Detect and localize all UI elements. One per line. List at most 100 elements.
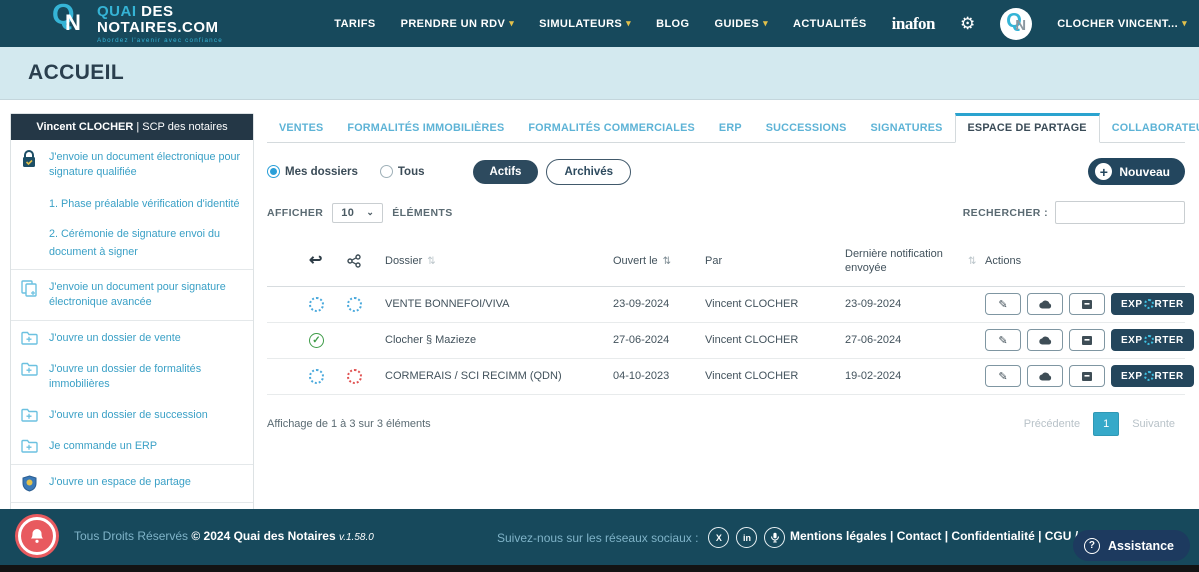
comment-button[interactable] <box>1027 329 1063 351</box>
search-input[interactable] <box>1055 201 1185 224</box>
table-footer: Affichage de 1 à 3 sur 3 éléments Précéd… <box>267 412 1185 436</box>
col-ouvert-le[interactable]: Ouvert le⇅ <box>613 254 705 268</box>
archive-button[interactable] <box>1069 365 1105 387</box>
radio-mes-dossiers[interactable]: Mes dossiers <box>267 165 358 178</box>
sidebar-item-dossier-vente[interactable]: J'ouvre un dossier de vente <box>11 323 253 354</box>
comment-button[interactable] <box>1027 365 1063 387</box>
divider <box>11 502 253 503</box>
question-circle-icon: ? <box>1084 538 1100 554</box>
nav-simulateurs[interactable]: SIMULATEURS▾ <box>539 18 631 30</box>
page-size-select[interactable]: 10 ⌄ <box>332 203 383 223</box>
sidebar-item-espace-partage[interactable]: J'ouvre un espace de partage <box>11 467 253 500</box>
nav-tarifs[interactable]: TARIFS <box>334 18 375 30</box>
chevron-down-icon: ▾ <box>626 18 631 29</box>
export-spinner-icon <box>1144 335 1154 345</box>
tab-ventes[interactable]: VENTES <box>267 114 335 142</box>
pagination-prev[interactable]: Précédente <box>1014 413 1090 435</box>
spinner-blue-icon <box>347 297 362 312</box>
document-copy-icon <box>19 280 39 297</box>
exporter-button[interactable]: EXP RTER <box>1111 365 1194 387</box>
dossier-name[interactable]: CORMERAIS / SCI RECIMM (QDN) <box>385 370 613 382</box>
page-title-band: ACCUEIL <box>0 47 1199 100</box>
dossiers-table: ↩ Dossier⇅ Ouvert le⇅ Par Dernière notif… <box>267 239 1185 436</box>
archive-box-icon <box>1081 335 1093 346</box>
par: Vincent CLOCHER <box>705 370 845 382</box>
footer: Tous Droits Réservés © 2024 Quai des Not… <box>0 509 1199 565</box>
radio-tous[interactable]: Tous <box>380 165 425 178</box>
notification-bell-icon[interactable] <box>18 517 56 555</box>
table-header: ↩ Dossier⇅ Ouvert le⇅ Par Dernière notif… <box>267 239 1185 287</box>
shield-icon <box>19 475 39 492</box>
podcast-icon[interactable] <box>764 527 785 548</box>
sidebar-item-dossier-succession[interactable]: J'ouvre un dossier de succession <box>11 400 253 431</box>
sidebar-subitem-phase-prealable[interactable]: 1. Phase préalable vérification d'identi… <box>11 188 253 218</box>
tab-erp[interactable]: ERP <box>707 114 754 142</box>
pagination-next[interactable]: Suivante <box>1122 413 1185 435</box>
edit-button[interactable]: ✎ <box>985 329 1021 351</box>
tab-collaborateurs[interactable]: COLLABORATEURS <box>1100 114 1199 142</box>
x-twitter-icon[interactable]: X <box>708 527 729 548</box>
comment-button[interactable] <box>1027 293 1063 315</box>
logo-word-des: DES <box>141 3 173 20</box>
tab-formalites-immobilieres[interactable]: FORMALITÉS IMMOBILIÈRES <box>335 114 516 142</box>
col-derniere-notification[interactable]: Dernière notification envoyée⇅ <box>845 247 985 276</box>
col-par[interactable]: Par <box>705 254 845 268</box>
assistance-button[interactable]: ? Assistance <box>1073 530 1190 561</box>
inafon-partner-logo[interactable]: inafon <box>892 14 935 34</box>
archives-button[interactable]: Archivés <box>546 159 631 185</box>
nouveau-button[interactable]: + Nouveau <box>1088 158 1185 185</box>
sidebar-item-commande-erp[interactable]: Je commande un ERP <box>11 431 253 462</box>
exporter-button[interactable]: EXP RTER <box>1111 293 1194 315</box>
archive-box-icon <box>1081 371 1093 382</box>
divider <box>11 320 253 321</box>
actifs-button[interactable]: Actifs <box>473 160 539 184</box>
tab-espace-de-partage[interactable]: ESPACE DE PARTAGE <box>955 113 1100 143</box>
exporter-button[interactable]: EXP RTER <box>1111 329 1194 351</box>
folder-plus-icon <box>19 408 39 422</box>
tab-formalites-commerciales[interactable]: FORMALITÉS COMMERCIALES <box>516 114 707 142</box>
edit-button[interactable]: ✎ <box>985 293 1021 315</box>
chevron-down-icon: ▾ <box>509 18 514 29</box>
nav-blog[interactable]: BLOG <box>656 18 689 30</box>
nav-guides[interactable]: GUIDES▾ <box>714 18 768 30</box>
spinner-blue-icon <box>309 369 324 384</box>
nav-prendre-un-rdv[interactable]: PRENDRE UN RDV▾ <box>401 18 515 30</box>
col-actions: Actions <box>985 254 1185 268</box>
dossier-name[interactable]: VENTE BONNEFOI/VIVA <box>385 298 613 310</box>
logo-word-notaires: NOTAIRES.COM <box>97 20 223 36</box>
plus-circle-icon: + <box>1095 163 1112 180</box>
tab-successions[interactable]: SUCCESSIONS <box>754 114 859 142</box>
footer-legal-links[interactable]: Mentions légales | Contact | Confidentia… <box>790 529 1107 543</box>
sidebar-item-signature-qualifiee[interactable]: J'envoie un document électronique pour s… <box>11 142 253 188</box>
user-avatar[interactable]: QN <box>1000 8 1032 40</box>
dossier-name[interactable]: Clocher § Mazieze <box>385 334 613 346</box>
sidebar-item-signature-avancee[interactable]: J'envoie un document pour signature élec… <box>11 272 253 318</box>
divider <box>11 269 253 270</box>
share-nodes-icon[interactable] <box>347 254 385 268</box>
reply-icon[interactable]: ↩ <box>309 251 347 272</box>
brand-logo[interactable]: Q N QUAI DES NOTAIRES.COM Abordez l'aven… <box>52 2 223 44</box>
archive-button[interactable] <box>1069 293 1105 315</box>
logo-tagline: Abordez l'avenir avec confiance <box>97 38 223 45</box>
tab-signatures[interactable]: SIGNATURES <box>859 114 955 142</box>
sort-icon: ⇅ <box>968 255 976 268</box>
ouvert-le: 23-09-2024 <box>613 298 705 310</box>
pagination-page-1[interactable]: 1 <box>1093 412 1119 436</box>
cloud-icon <box>1039 372 1052 381</box>
col-dossier[interactable]: Dossier⇅ <box>385 254 613 268</box>
gear-icon[interactable]: ⚙ <box>960 14 975 34</box>
nav-actualites[interactable]: ACTUALITÉS <box>793 18 867 30</box>
radio-unchecked-icon <box>380 165 393 178</box>
archive-button[interactable] <box>1069 329 1105 351</box>
export-spinner-icon <box>1144 299 1154 309</box>
sidebar-subitem-ceremonie-signature[interactable]: 2. Cérémonie de signature envoi du docum… <box>11 218 253 266</box>
sidebar-user-header: Vincent CLOCHER | SCP des notaires <box>11 114 253 140</box>
sort-icon: ⇅ <box>427 255 435 268</box>
linkedin-icon[interactable]: in <box>736 527 757 548</box>
sidebar-item-formalites-immobilieres[interactable]: J'ouvre un dossier de formalités immobil… <box>11 354 253 400</box>
pencil-icon: ✎ <box>998 370 1007 383</box>
tab-bar: VENTES FORMALITÉS IMMOBILIÈRES FORMALITÉ… <box>267 113 1185 143</box>
user-menu[interactable]: CLOCHER VINCENT...▾ <box>1057 18 1187 30</box>
edit-button[interactable]: ✎ <box>985 365 1021 387</box>
qn-logo-icon: Q N <box>52 2 90 38</box>
